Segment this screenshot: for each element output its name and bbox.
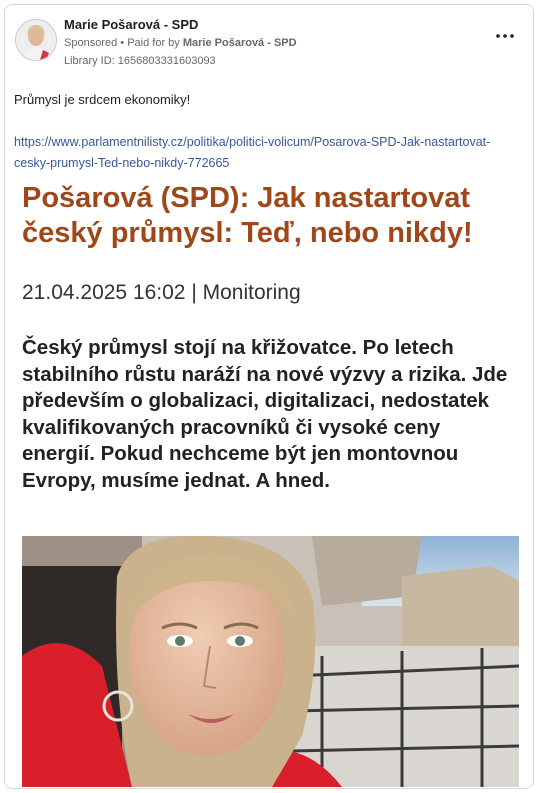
sponsored-label: Sponsored <box>64 37 118 49</box>
article-headline[interactable]: Pošarová (SPD): Jak nastartovat český pr… <box>22 181 512 251</box>
article-lead: Český průmysl stojí na křižovatce. Po le… <box>22 336 508 492</box>
page-avatar[interactable] <box>15 19 57 61</box>
ad-post-card: Marie Pošarová - SPD Sponsored • Paid fo… <box>4 4 534 789</box>
article-photo <box>22 536 519 787</box>
more-options-button[interactable] <box>493 29 517 43</box>
portrait-photo-icon <box>22 536 519 787</box>
sponsored-line: Sponsored • Paid for by Marie Pošarová -… <box>64 37 297 49</box>
more-horizontal-icon <box>496 34 514 38</box>
article-preview[interactable]: Pošarová (SPD): Jak nastartovat český pr… <box>12 175 519 787</box>
article-meta: 21.04.2025 16:02 | Monitoring <box>22 281 301 304</box>
post-text: Průmysl je srdcem ekonomiky! <box>14 92 191 107</box>
paid-for-name[interactable]: Marie Pošarová - SPD <box>183 37 297 49</box>
post-link[interactable]: https://www.parlamentnilisty.cz/politika… <box>14 132 494 174</box>
profile-photo-icon <box>16 20 56 60</box>
paid-for-prefix: Paid for by <box>127 37 180 49</box>
page-name[interactable]: Marie Pošarová - SPD <box>64 17 198 32</box>
library-id: Library ID: 1656803331603093 <box>64 55 216 67</box>
